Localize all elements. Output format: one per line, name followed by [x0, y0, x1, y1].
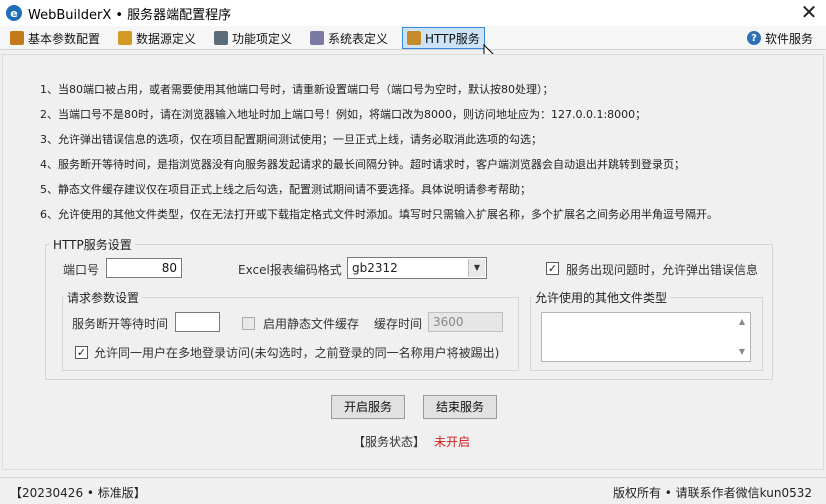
allow-error-label: 服务出现问题时，允许弹出错误信息 — [566, 263, 759, 277]
service-status-label: 【服务状态】 — [353, 435, 426, 449]
service-status-value: 未开启 — [434, 435, 471, 449]
tab-label: 数据源定义 — [136, 31, 197, 46]
note-line: 3、允许弹出错误信息的选项，仅在项目配置期间测试使用；一旦正式上线，请务必取消此… — [40, 133, 542, 146]
cache-time-label: 缓存时间 — [374, 317, 423, 331]
status-bar: 【20230426 • 标准版】 版权所有 • 请联系作者微信kun0532 — [0, 477, 826, 504]
tab-label: 功能项定义 — [232, 31, 293, 46]
tab-label: 基本参数配置 — [28, 31, 101, 46]
note-line: 1、当80端口被占用，或者需要使用其他端口号时，请重新设置端口号（端口号为空时，… — [40, 83, 554, 96]
file-types-textarea[interactable]: ▲ ▼ — [541, 312, 751, 362]
title-bar: e WebBuilderX • 服务器端配置程序 ✕ — [0, 0, 826, 26]
tools-icon — [214, 31, 228, 45]
tab-http-service[interactable]: HTTP服务 — [402, 27, 485, 49]
scroll-down-icon[interactable]: ▼ — [736, 346, 748, 358]
software-service-label: 软件服务 — [765, 31, 814, 46]
settings-icon — [10, 31, 24, 45]
port-label: 端口号 — [63, 263, 100, 277]
excel-encoding-label: Excel报表编码格式 — [238, 263, 342, 277]
tab-label: HTTP服务 — [425, 31, 480, 46]
excel-encoding-select[interactable]: gb2312 ▼ — [347, 257, 487, 279]
copyright-text: 版权所有 • 请联系作者微信kun0532 — [612, 486, 812, 500]
http-service-icon — [407, 31, 421, 45]
app-logo-icon: e — [6, 5, 22, 21]
request-settings-title: 请求参数设置 — [64, 289, 143, 306]
database-icon — [118, 31, 132, 45]
wand-icon — [310, 31, 324, 45]
multi-login-label: 允许同一用户在多地登录访问(未勾选时，之前登录的同一名称用户将被踢出) — [94, 346, 500, 360]
tab-datasource[interactable]: 数据源定义 — [118, 27, 196, 49]
tab-system-tables[interactable]: 系统表定义 — [310, 27, 388, 49]
window-title: WebBuilderX • 服务器端配置程序 — [28, 7, 232, 23]
toolbar: 基本参数配置 数据源定义 功能项定义 系统表定义 HTTP服务 ? 软件服务 — [0, 26, 826, 50]
file-types-title: 允许使用的其他文件类型 — [532, 289, 671, 306]
note-line: 5、静态文件缓存建议仅在项目正式上线之后勾选，配置测试期间请不要选择。具体说明请… — [40, 183, 531, 196]
tab-functions[interactable]: 功能项定义 — [214, 27, 292, 49]
allow-error-checkbox[interactable]: ✓ — [546, 262, 559, 275]
excel-encoding-value: gb2312 — [352, 261, 398, 275]
multi-login-checkbox[interactable]: ✓ — [75, 346, 88, 359]
version-text: 【20230426 • 标准版】 — [10, 486, 146, 500]
tab-basic-params[interactable]: 基本参数配置 — [10, 27, 100, 49]
scroll-up-icon[interactable]: ▲ — [736, 316, 748, 328]
cache-time-input[interactable] — [428, 312, 503, 332]
timeout-label: 服务断开等待时间 — [72, 317, 169, 331]
note-line: 2、当端口号不是80时，请在浏览器输入地址时加上端口号！例如，将端口改为8000… — [40, 108, 647, 121]
tab-label: 系统表定义 — [328, 31, 389, 46]
software-service-button[interactable]: ? 软件服务 — [747, 27, 813, 49]
start-service-button[interactable]: 开启服务 — [331, 395, 405, 419]
note-line: 4、服务断开等待时间，是指浏览器没有向服务器发起请求的最长间隔分钟。超时请求时，… — [40, 158, 685, 171]
http-settings-title: HTTP服务设置 — [50, 236, 135, 253]
static-cache-label: 启用静态文件缓存 — [263, 317, 360, 331]
chevron-down-icon[interactable]: ▼ — [468, 259, 485, 277]
static-cache-checkbox[interactable] — [242, 317, 255, 330]
port-input[interactable] — [106, 258, 182, 278]
stop-service-button[interactable]: 结束服务 — [423, 395, 497, 419]
timeout-input[interactable] — [175, 312, 220, 332]
help-icon: ? — [747, 31, 761, 45]
close-icon[interactable]: ✕ — [798, 2, 820, 24]
note-line: 6、允许使用的其他文件类型，仅在无法打开或下载指定格式文件时添加。填写时只需输入… — [40, 208, 718, 221]
